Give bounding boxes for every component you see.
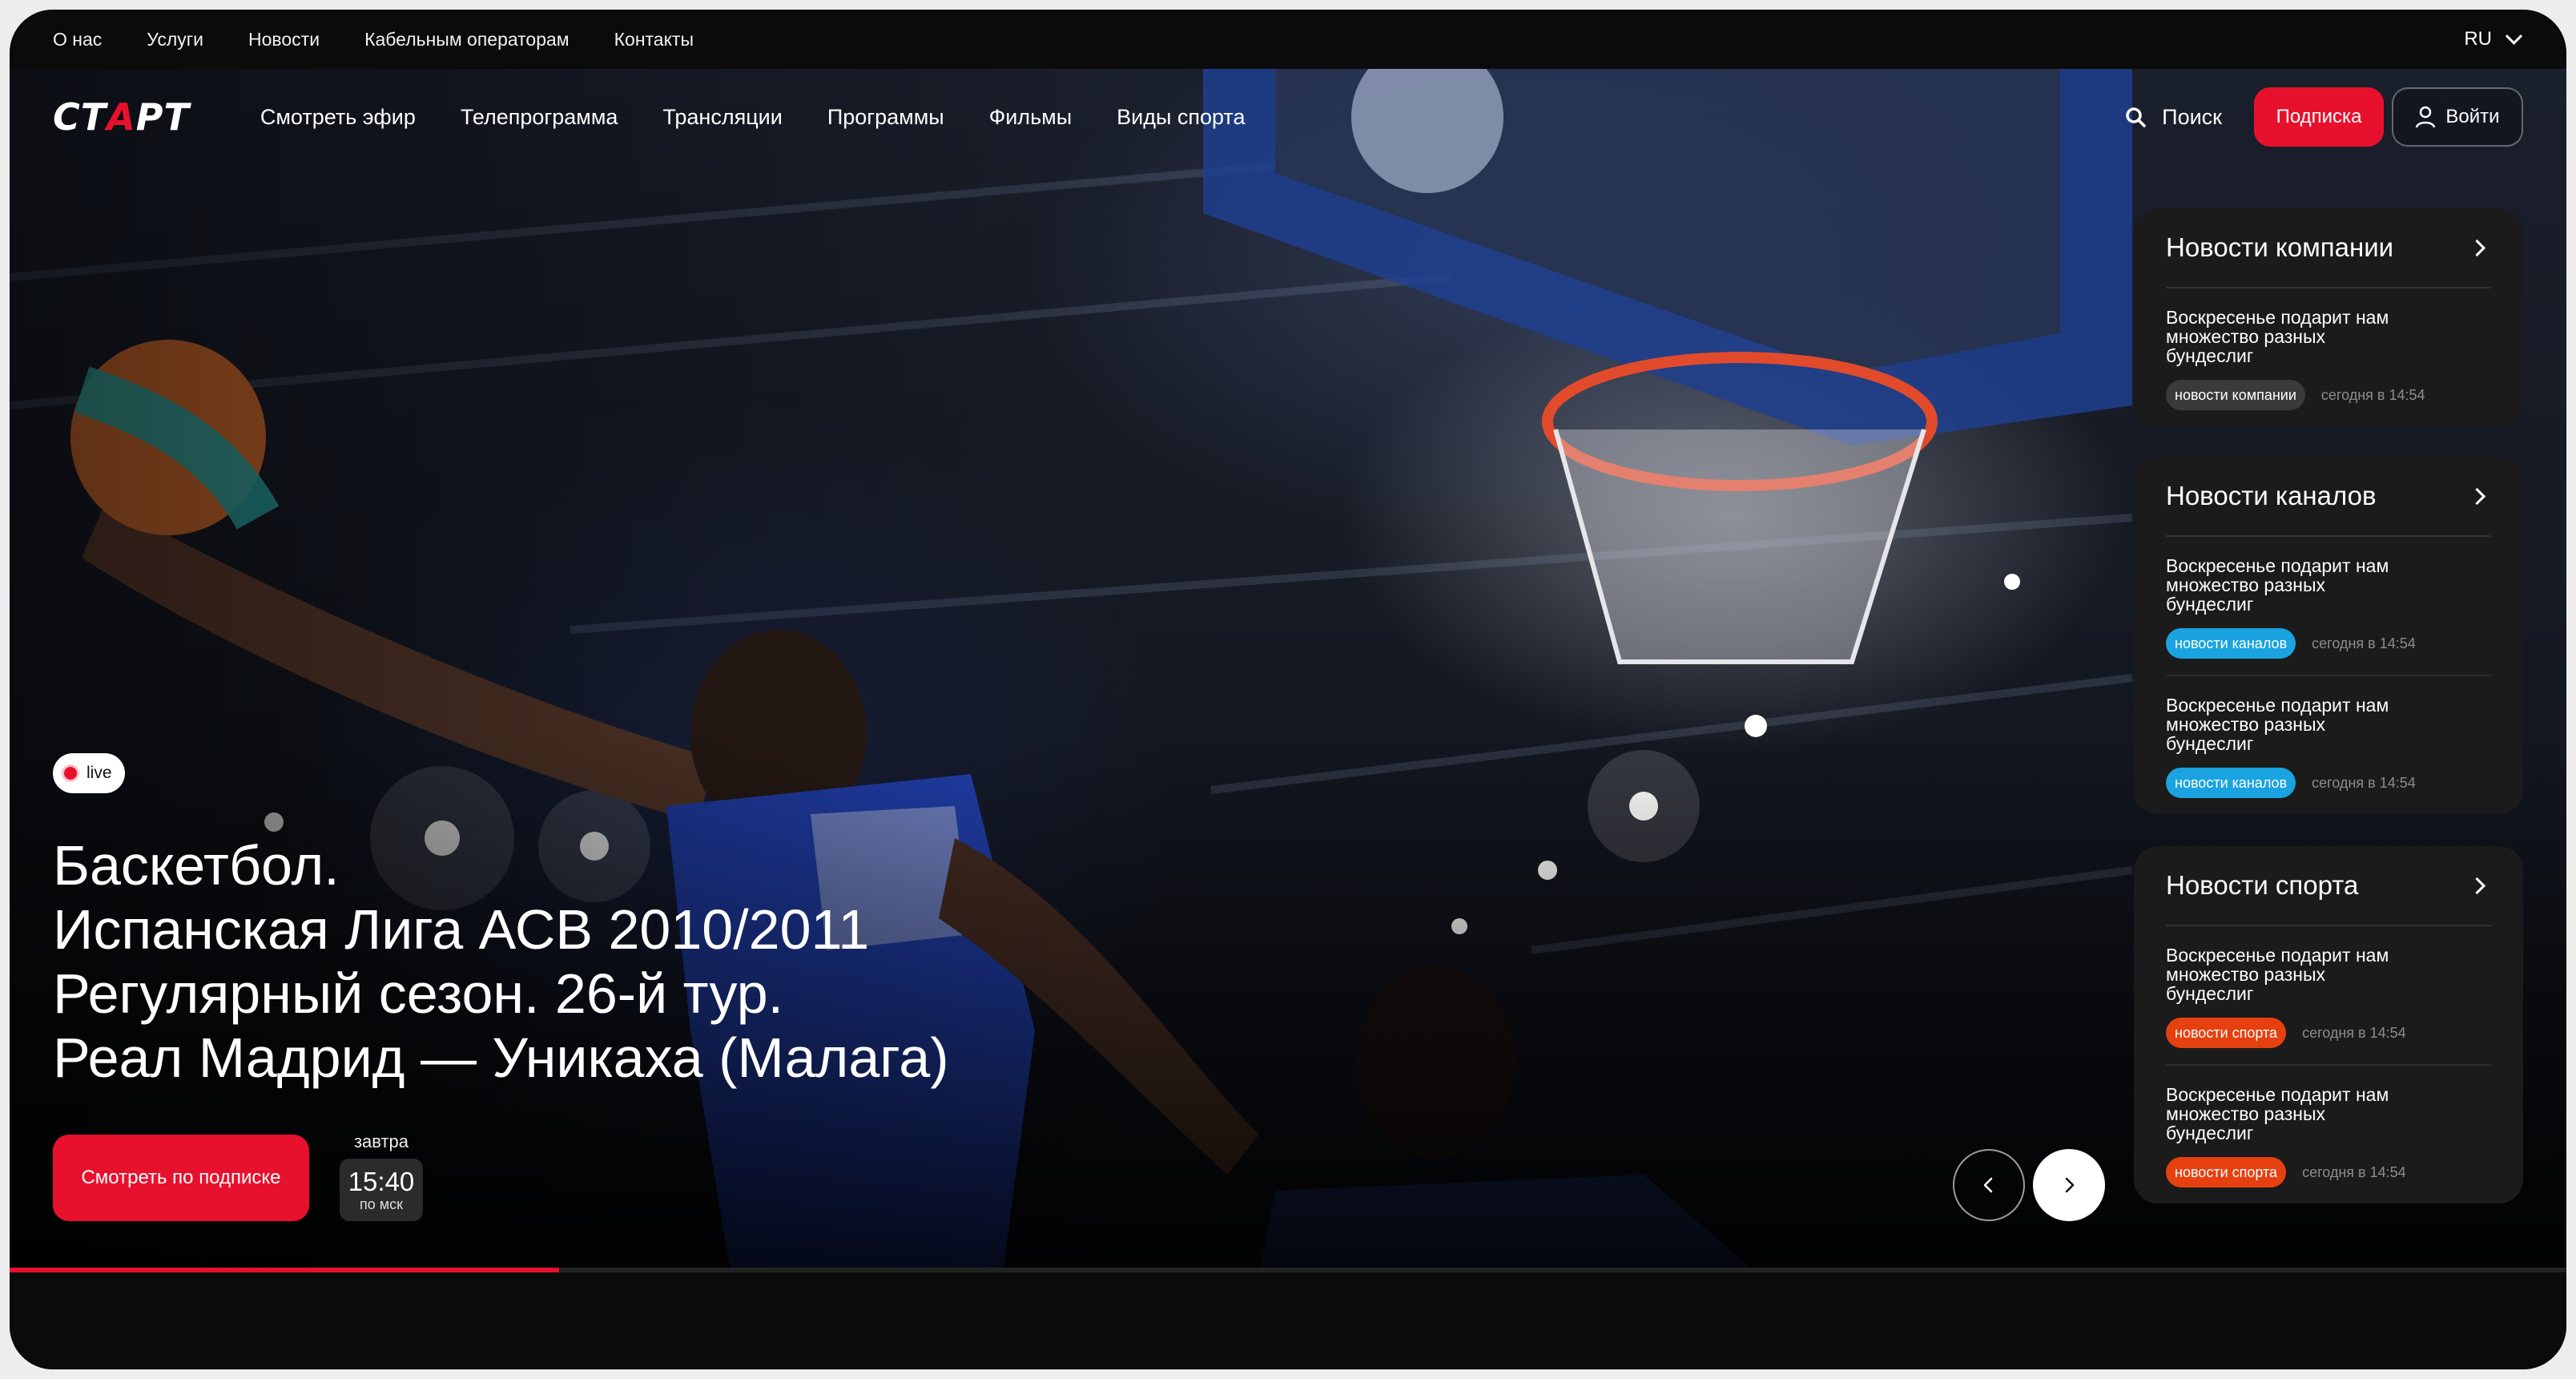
event-title-line: Испанская Лига АСВ 2010/2011 bbox=[53, 898, 870, 961]
watch-subscription-button[interactable]: Смотреть по подписке bbox=[53, 1135, 309, 1221]
link-cable-operators[interactable]: Кабельным операторам bbox=[364, 29, 570, 50]
news-tag[interactable]: новости каналов bbox=[2166, 628, 2296, 659]
news-timestamp: сегодня в 14:54 bbox=[2302, 1024, 2406, 1041]
link-news[interactable]: Новости bbox=[248, 29, 320, 50]
broadcast-time: завтра 15:40 по мск bbox=[340, 1131, 423, 1221]
news-timestamp: сегодня в 14:54 bbox=[2320, 386, 2425, 403]
news-item-text: Воскресенье подарит нам множество разных… bbox=[2166, 1084, 2389, 1143]
event-title-line: Баскетбол. bbox=[53, 834, 340, 897]
chevron-right-icon bbox=[2065, 1177, 2075, 1193]
menu-item-films[interactable]: Фильмы bbox=[989, 105, 1072, 130]
main-navigation: СТАРТ Смотреть эфир Телепрограмма Трансл… bbox=[10, 69, 2566, 165]
news-tag[interactable]: новости спорта bbox=[2166, 1157, 2287, 1187]
news-panel-header[interactable]: Новости компании bbox=[2166, 208, 2491, 288]
news-timestamp: сегодня в 14:54 bbox=[2312, 635, 2416, 651]
chevron-left-icon bbox=[1983, 1177, 1993, 1193]
news-item-meta: новости каналов сегодня в 14:54 bbox=[2166, 768, 2491, 798]
login-label: Войти bbox=[2445, 106, 2500, 127]
broadcast-day: завтра bbox=[353, 1131, 409, 1151]
footer-area bbox=[10, 1272, 2566, 1369]
news-tag[interactable]: новости компании bbox=[2166, 380, 2305, 410]
news-panel-title: Новости каналов bbox=[2166, 481, 2377, 510]
carousel-prev-button[interactable] bbox=[1953, 1149, 2025, 1221]
news-tag[interactable]: новости каналов bbox=[2166, 768, 2296, 798]
search-icon bbox=[2126, 107, 2146, 127]
broadcast-time-value: 15:40 bbox=[348, 1166, 415, 1196]
news-item-meta: новости каналов сегодня в 14:54 bbox=[2166, 628, 2491, 659]
news-item-text: Воскресенье подарит нам множество разных… bbox=[2166, 695, 2389, 754]
language-selector[interactable]: RU bbox=[2464, 10, 2523, 69]
user-icon bbox=[2416, 106, 2436, 128]
menu-item-sports[interactable]: Виды спорта bbox=[1117, 105, 1245, 130]
logo-text-accent: А bbox=[107, 95, 136, 139]
link-services[interactable]: Услуги bbox=[147, 29, 203, 50]
link-about[interactable]: О нас bbox=[53, 29, 102, 50]
live-label: live bbox=[87, 764, 112, 782]
carousel-next-button[interactable] bbox=[2033, 1149, 2105, 1221]
logo[interactable]: СТАРТ bbox=[53, 95, 190, 139]
search-label: Поиск bbox=[2162, 104, 2222, 129]
news-item-text: Воскресенье подарит нам множество разных… bbox=[2166, 555, 2389, 615]
live-dot-icon bbox=[64, 767, 77, 780]
news-timestamp: сегодня в 14:54 bbox=[2312, 774, 2416, 791]
news-item[interactable]: Воскресенье подарит нам множество разных… bbox=[2166, 1066, 2491, 1204]
search-button[interactable]: Поиск bbox=[2125, 105, 2222, 130]
subscribe-button[interactable]: Подписка bbox=[2254, 87, 2384, 147]
news-panel-title: Новости компании bbox=[2166, 232, 2394, 262]
menu-item-programs[interactable]: Программы bbox=[827, 105, 944, 130]
news-panel-channels: Новости каналов Воскресенье подарит нам … bbox=[2134, 457, 2523, 814]
menu-item-watch-live[interactable]: Смотреть эфир bbox=[260, 105, 416, 130]
logo-text-end: РТ bbox=[135, 95, 190, 139]
news-panel-title: Новости спорта bbox=[2166, 870, 2359, 900]
news-item-meta: новости спорта сегодня в 14:54 bbox=[2166, 1157, 2491, 1187]
news-item-text: Воскресенье подарит нам множество разных… bbox=[2166, 307, 2389, 366]
news-item[interactable]: Воскресенье подарит нам множество разных… bbox=[2166, 537, 2491, 676]
news-item[interactable]: Воскресенье подарит нам множество разных… bbox=[2166, 926, 2491, 1066]
main-menu: Смотреть эфир Телепрограмма Трансляции П… bbox=[260, 105, 1290, 130]
news-item[interactable]: Воскресенье подарит нам множество разных… bbox=[2166, 676, 2491, 814]
menu-item-tv-guide[interactable]: Телепрограмма bbox=[461, 105, 618, 130]
chevron-right-icon bbox=[2468, 877, 2486, 894]
nav-actions: Поиск Подписка Войти bbox=[2125, 69, 2523, 165]
news-panel-company: Новости компании Воскресенье подарит нам… bbox=[2134, 208, 2523, 426]
news-item-text: Воскресенье подарит нам множество разных… bbox=[2166, 945, 2389, 1004]
utility-links: О нас Услуги Новости Кабельным оператора… bbox=[53, 29, 739, 50]
broadcast-timezone: по мск bbox=[359, 1196, 403, 1212]
news-item[interactable]: Воскресенье подарит нам множество разных… bbox=[2166, 288, 2491, 426]
news-panel-sport: Новости спорта Воскресенье подарит нам м… bbox=[2134, 846, 2523, 1204]
chevron-right-icon bbox=[2468, 487, 2486, 505]
news-item-meta: новости спорта сегодня в 14:54 bbox=[2166, 1018, 2491, 1048]
menu-item-broadcasts[interactable]: Трансляции bbox=[662, 105, 782, 130]
app-frame: О нас Услуги Новости Кабельным оператора… bbox=[10, 10, 2566, 1369]
news-panel-header[interactable]: Новости каналов bbox=[2166, 457, 2491, 537]
news-timestamp: сегодня в 14:54 bbox=[2302, 1163, 2406, 1180]
top-utility-bar: О нас Услуги Новости Кабельным оператора… bbox=[10, 10, 2566, 69]
news-panel-header[interactable]: Новости спорта bbox=[2166, 846, 2491, 926]
live-badge: live bbox=[53, 753, 125, 793]
event-title: Баскетбол. Испанская Лига АСВ 2010/2011 … bbox=[53, 833, 949, 1090]
chevron-right-icon bbox=[2468, 239, 2486, 256]
logo-text-start: СТ bbox=[53, 95, 107, 139]
broadcast-time-box: 15:40 по мск bbox=[340, 1159, 423, 1221]
event-title-line: Регулярный сезон. 26-й тур. bbox=[53, 962, 784, 1025]
news-item-meta: новости компании сегодня в 14:54 bbox=[2166, 380, 2491, 410]
event-title-line: Реал Мадрид — Уникаха (Малага) bbox=[53, 1026, 949, 1089]
language-label: RU bbox=[2464, 28, 2492, 50]
link-contacts[interactable]: Контакты bbox=[614, 29, 694, 50]
chevron-down-icon bbox=[2505, 27, 2523, 45]
news-tag[interactable]: новости спорта bbox=[2166, 1018, 2287, 1048]
login-button[interactable]: Войти bbox=[2392, 87, 2523, 147]
